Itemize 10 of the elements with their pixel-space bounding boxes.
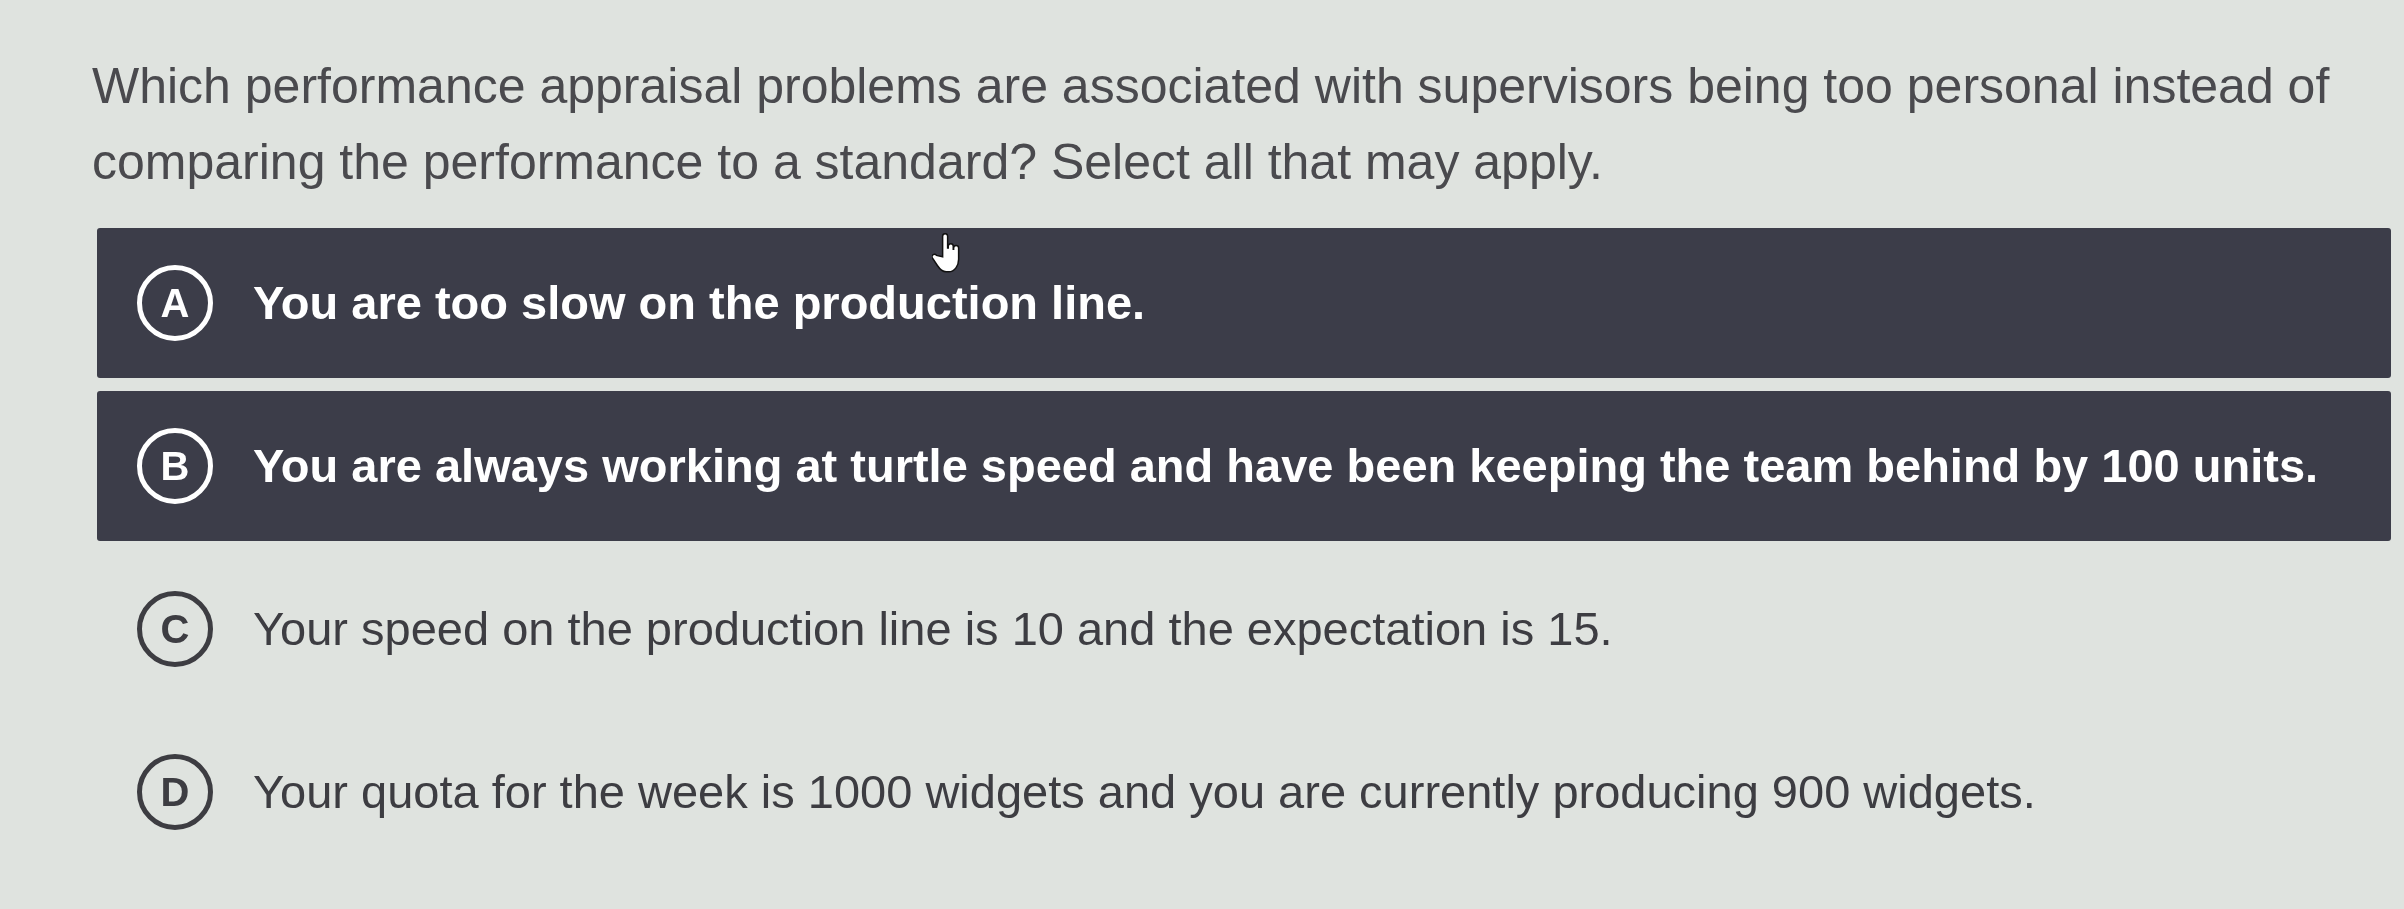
- question-text: Which performance appraisal problems are associated with supervisors being too personal instead of comparing the performance to a standard? Select all that may apply.: [92, 57, 2331, 192]
- option-letter-badge: A: [137, 265, 213, 341]
- answer-option[interactable]: D Your quota for the week is 1000 widgets and you are currently producing 900 widgets.: [97, 717, 2391, 867]
- answer-option[interactable]: C Your speed on the production line is 10 and the expectation is 15.: [97, 554, 2391, 704]
- option-letter-badge: C: [137, 591, 213, 667]
- option-letter-badge: B: [137, 428, 213, 504]
- answer-option[interactable]: B You are always working at turtle speed and have been keeping the team behind by 100 units.: [97, 391, 2391, 541]
- answer-option[interactable]: A You are too slow on the production line.: [97, 228, 2391, 378]
- option-letter-badge: D: [137, 754, 213, 830]
- hand-cursor-icon: [932, 233, 962, 273]
